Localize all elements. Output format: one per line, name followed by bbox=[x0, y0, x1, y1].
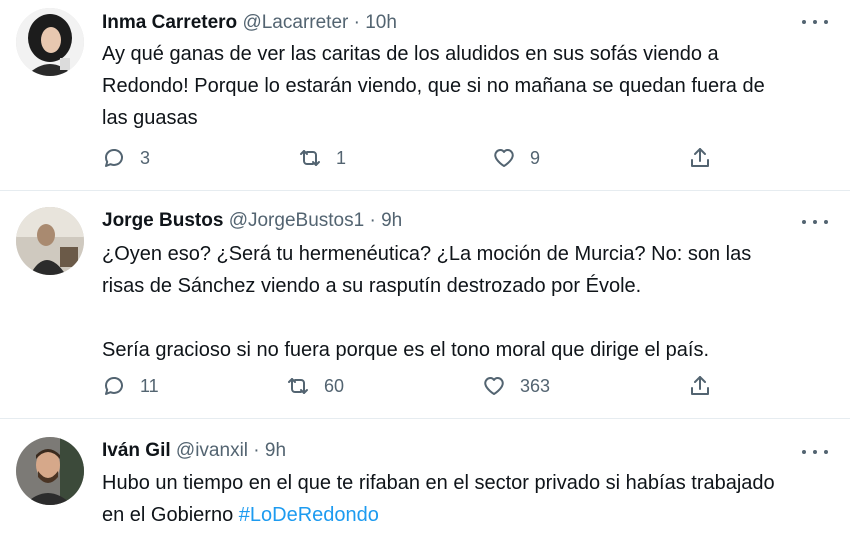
author-handle[interactable]: @ivanxil bbox=[176, 440, 248, 461]
tweet-text: Hubo un tiempo en el que te rifaban en e… bbox=[102, 467, 832, 531]
separator-dot: · bbox=[353, 12, 360, 33]
tweet-text-line: Sería gracioso si no fuera porque es el … bbox=[102, 339, 710, 361]
like-button[interactable]: 363 bbox=[482, 372, 550, 400]
tweet-text-line: las guasas bbox=[102, 107, 198, 129]
tweet-text-line: Ay qué ganas de ver las caritas de los a… bbox=[102, 43, 719, 65]
heart-icon bbox=[494, 149, 514, 167]
retweet-count: 1 bbox=[336, 147, 347, 168]
reply-icon bbox=[104, 377, 123, 395]
tweet-1[interactable]: Inma Carretero @Lacarreter · 10h Ay qué … bbox=[0, 0, 850, 190]
author-name[interactable]: Jorge Bustos bbox=[102, 210, 223, 231]
timestamp[interactable]: 10h bbox=[365, 12, 397, 33]
reply-icon bbox=[104, 149, 123, 167]
like-count: 9 bbox=[530, 147, 541, 168]
share-icon bbox=[691, 376, 709, 395]
author-handle[interactable]: @Lacarreter bbox=[242, 12, 348, 33]
reply-count: 11 bbox=[140, 375, 159, 396]
tweet-text-segment: en el Gobierno bbox=[102, 504, 239, 526]
tweet-text-line: risas de Sánchez viendo a su rasputín de… bbox=[102, 275, 642, 297]
like-count: 363 bbox=[520, 375, 551, 396]
author-name[interactable]: Iván Gil bbox=[102, 440, 171, 461]
more-icon[interactable] bbox=[802, 12, 828, 32]
tweet-actions: 3 1 9 bbox=[102, 144, 742, 172]
hashtag-link[interactable]: #LoDeRedondo bbox=[239, 504, 379, 526]
reply-button[interactable]: 3 bbox=[102, 144, 150, 172]
retweet-count: 60 bbox=[324, 375, 345, 396]
retweet-button[interactable]: 1 bbox=[298, 144, 346, 172]
share-icon bbox=[691, 148, 709, 167]
avatar[interactable] bbox=[16, 8, 84, 76]
reply-count: 3 bbox=[140, 147, 151, 168]
more-icon[interactable] bbox=[802, 212, 828, 232]
more-icon[interactable] bbox=[802, 442, 828, 462]
heart-icon bbox=[484, 377, 504, 395]
tweet-2[interactable]: Jorge Bustos @JorgeBustos1 · 9h ¿Oyen es… bbox=[0, 191, 850, 417]
tweet-text: Ay qué ganas de ver las caritas de los a… bbox=[102, 38, 832, 134]
separator-dot: · bbox=[369, 210, 376, 231]
tweet-text-line: en el Gobierno #LoDeRedondo bbox=[102, 499, 832, 531]
author-handle[interactable]: @JorgeBustos1 bbox=[229, 210, 364, 231]
retweet-icon bbox=[300, 150, 320, 166]
tweet-text-line: Redondo! Porque lo estarán viendo, que s… bbox=[102, 75, 765, 97]
retweet-icon bbox=[288, 378, 308, 394]
avatar[interactable] bbox=[16, 437, 84, 505]
retweet-button[interactable]: 60 bbox=[286, 372, 344, 400]
tweet-text-line: Hubo un tiempo en el que te rifaban en e… bbox=[102, 472, 775, 494]
like-button[interactable]: 9 bbox=[492, 144, 540, 172]
tweet-text-line: ¿Oyen eso? ¿Será tu hermenéutica? ¿La mo… bbox=[102, 243, 752, 265]
tweet-actions: 11 60 363 bbox=[102, 372, 742, 400]
share-button[interactable] bbox=[688, 144, 726, 172]
share-button[interactable] bbox=[688, 372, 726, 400]
tweet-text-line bbox=[102, 302, 832, 334]
timestamp[interactable]: 9h bbox=[381, 210, 402, 231]
tweet-text: ¿Oyen eso? ¿Será tu hermenéutica? ¿La mo… bbox=[102, 238, 832, 366]
separator-dot: · bbox=[253, 440, 260, 461]
timestamp[interactable]: 9h bbox=[265, 440, 286, 461]
author-name[interactable]: Inma Carretero bbox=[102, 12, 237, 33]
tweet-3[interactable]: Iván Gil @ivanxil · 9h Hubo un tiempo en… bbox=[0, 419, 850, 546]
avatar[interactable] bbox=[16, 207, 84, 275]
reply-button[interactable]: 11 bbox=[102, 372, 159, 400]
